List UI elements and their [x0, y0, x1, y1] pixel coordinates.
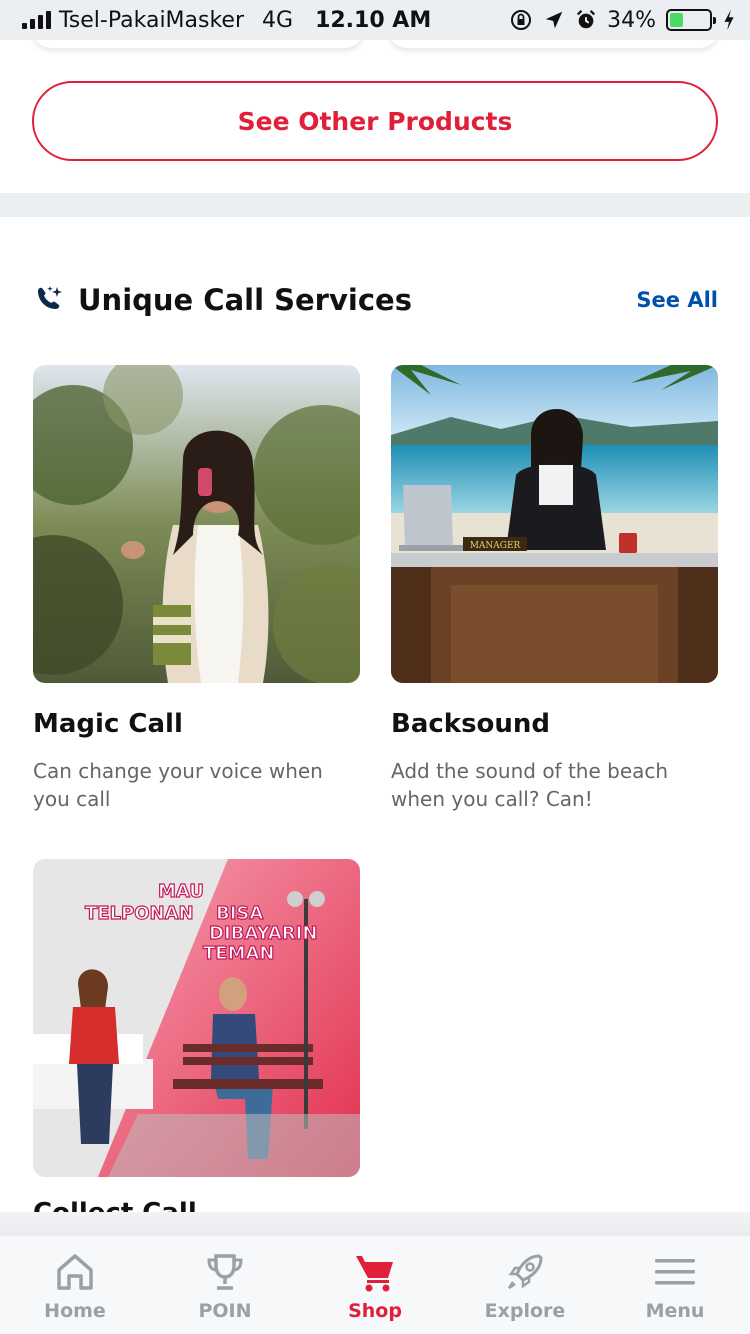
- nav-label: Menu: [645, 1300, 705, 1322]
- section-title: Unique Call Services: [78, 283, 412, 317]
- nav-item-menu[interactable]: Menu: [600, 1236, 750, 1334]
- nav-item-shop[interactable]: Shop: [300, 1236, 450, 1334]
- bottom-navigation: Home POIN Shop Explore Menu: [0, 1236, 750, 1334]
- nav-item-explore[interactable]: Explore: [450, 1236, 600, 1334]
- status-time: 12.10 AM: [315, 7, 432, 33]
- location-icon: [545, 11, 563, 29]
- image-text: MAU: [158, 881, 204, 902]
- rocket-icon: [507, 1254, 543, 1290]
- see-other-products-button[interactable]: See Other Products: [32, 81, 718, 161]
- service-card-backsound[interactable]: MANAGER Backsound Add the sound of the b…: [391, 365, 718, 813]
- nav-shadow: [0, 1212, 750, 1238]
- nav-label: Home: [44, 1300, 106, 1322]
- nav-label: Shop: [348, 1300, 402, 1322]
- nav-item-poin[interactable]: POIN: [150, 1236, 300, 1334]
- service-card-magic-call[interactable]: Magic Call Can change your voice when yo…: [33, 365, 360, 813]
- call-services-header: Unique Call Services See All: [32, 278, 718, 322]
- rotation-lock-icon: [511, 10, 532, 30]
- card-description: Can change your voice when you call: [33, 759, 323, 811]
- section-divider: [0, 193, 750, 217]
- alarm-icon: [577, 10, 596, 29]
- charging-icon: [724, 9, 734, 31]
- hamburger-icon: [655, 1259, 695, 1285]
- battery-level: [670, 13, 683, 27]
- see-all-link[interactable]: See All: [636, 288, 718, 312]
- image-text: BISA: [216, 903, 263, 924]
- card-description: Add the sound of the beach when you call…: [391, 759, 669, 811]
- image-text: DIBAYARIN: [209, 923, 317, 944]
- magic-call-image: [33, 365, 360, 683]
- image-text: TELPONAN: [85, 903, 194, 924]
- carrier-name: Tsel-PakaiMasker: [59, 7, 245, 33]
- home-icon: [57, 1254, 93, 1290]
- status-bar: Tsel-PakaiMasker 4G 12.10 AM 34%: [0, 0, 750, 40]
- card-title: Backsound: [391, 709, 551, 739]
- nav-label: Explore: [484, 1300, 566, 1322]
- nav-item-home[interactable]: Home: [0, 1236, 150, 1334]
- network-type: 4G: [262, 7, 294, 33]
- nav-label: POIN: [198, 1300, 252, 1322]
- manager-plaque: MANAGER: [470, 541, 521, 551]
- cart-icon: [356, 1256, 393, 1292]
- call-sparkle-icon: [38, 286, 62, 309]
- image-text: TEMAN: [203, 943, 274, 964]
- battery-icon: [666, 9, 716, 31]
- service-card-collect-call[interactable]: MAU TELPONAN BISA DIBAYARIN TEMAN: [33, 859, 360, 1177]
- backsound-image: MANAGER: [391, 365, 718, 683]
- trophy-icon: [207, 1254, 243, 1290]
- collect-call-image: MAU TELPONAN BISA DIBAYARIN TEMAN: [33, 859, 360, 1177]
- battery-percent: 34%: [607, 7, 656, 33]
- card-title: Magic Call: [33, 709, 183, 739]
- signal-icon: [22, 11, 51, 29]
